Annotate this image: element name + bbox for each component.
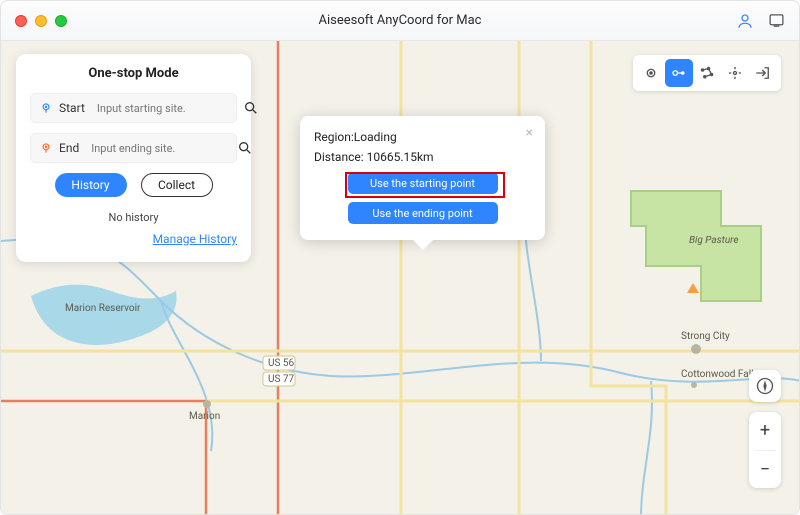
- locate-mode-button[interactable]: [637, 59, 665, 87]
- close-window-button[interactable]: [15, 15, 27, 27]
- compass-button[interactable]: [749, 370, 781, 402]
- svg-text:US 56: US 56: [268, 358, 295, 369]
- joystick-mode-button[interactable]: [721, 59, 749, 87]
- use-starting-point-button[interactable]: Use the starting point: [348, 172, 498, 194]
- region-line: Region:Loading: [314, 130, 531, 144]
- map-area[interactable]: Marion Reservoir Marion Strong City Cott…: [1, 41, 799, 514]
- zoom-out-button[interactable]: −: [749, 451, 781, 489]
- end-label: End: [59, 141, 79, 155]
- panel-heading: One-stop Mode: [30, 66, 237, 81]
- titlebar-right: [736, 12, 785, 30]
- app-window: Aiseesoft AnyCoord for Mac: [0, 0, 800, 515]
- feedback-icon[interactable]: [768, 12, 785, 29]
- titlebar: Aiseesoft AnyCoord for Mac: [1, 1, 799, 41]
- panel-button-row: History Collect: [30, 173, 237, 197]
- mode-toolbar: [633, 55, 781, 91]
- one-stop-mode-panel: One-stop Mode Start End Hi: [16, 54, 251, 262]
- no-history-text: No history: [30, 211, 237, 224]
- svg-text:Marion: Marion: [189, 411, 220, 422]
- svg-text:Cottonwood Falls: Cottonwood Falls: [681, 369, 759, 380]
- collect-button[interactable]: Collect: [141, 173, 213, 197]
- traffic-lights: [15, 15, 67, 27]
- start-pin-icon: [39, 101, 53, 115]
- multi-stop-mode-button[interactable]: [693, 59, 721, 87]
- use-ending-point-button[interactable]: Use the ending point: [348, 202, 498, 224]
- end-input[interactable]: [91, 142, 231, 155]
- svg-text:US 77: US 77: [268, 374, 295, 385]
- maximize-window-button[interactable]: [55, 15, 67, 27]
- start-label: Start: [59, 101, 85, 115]
- minimize-window-button[interactable]: [35, 15, 47, 27]
- one-stop-mode-button[interactable]: [665, 59, 693, 87]
- popover-arrow-icon: [413, 240, 433, 250]
- window-title: Aiseesoft AnyCoord for Mac: [1, 13, 799, 28]
- close-icon[interactable]: ×: [526, 126, 533, 140]
- history-button[interactable]: History: [55, 173, 127, 197]
- search-icon[interactable]: [237, 140, 253, 156]
- manage-history-link[interactable]: Manage History: [30, 232, 237, 246]
- export-button[interactable]: [749, 59, 777, 87]
- account-icon[interactable]: [736, 12, 754, 30]
- search-icon[interactable]: [243, 100, 259, 116]
- svg-text:Strong City: Strong City: [681, 331, 730, 342]
- end-pin-icon: [39, 141, 53, 155]
- distance-line: Distance: 10665.15km: [314, 150, 531, 164]
- start-field: Start: [30, 93, 237, 123]
- start-input[interactable]: [97, 102, 237, 115]
- zoom-in-button[interactable]: +: [749, 412, 781, 450]
- end-field: End: [30, 133, 237, 163]
- svg-text:Big Pasture: Big Pasture: [689, 235, 739, 246]
- zoom-control: + −: [749, 412, 781, 488]
- location-popover: × Region:Loading Distance: 10665.15km Us…: [300, 116, 545, 240]
- svg-text:Marion Reservoir: Marion Reservoir: [65, 303, 141, 314]
